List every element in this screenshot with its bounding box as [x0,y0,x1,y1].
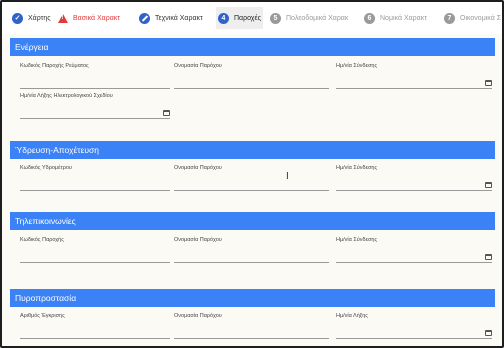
calendar-icon[interactable] [485,254,492,260]
calendar-icon[interactable] [163,110,170,116]
field-underline [20,118,170,119]
section-energy: Ενέργεια Κωδικός Παροχής Ρεύματος Ονομασ… [10,38,495,119]
field-label: Ονομασία Παρόχου [174,313,222,319]
field-label: Κωδικός Παροχής [20,237,64,243]
step-legal-features[interactable]: 6 Νομικά Χαρακτ [364,10,427,26]
field-label: Αριθμός Έγκρισης [20,313,65,319]
field-label: Ονομασία Παρόχου [174,165,222,171]
check-icon: ✓ [12,12,23,24]
supply-code-field[interactable]: Κωδικός Παροχής Ρεύματος [20,63,170,89]
field-underline [20,88,170,89]
step-label: Τεχνικά Χαρακτ [155,14,203,22]
field-underline [336,190,492,191]
field-underline [174,262,329,263]
field-underline [20,338,170,339]
section-title: Ύδρευση-Αποχέτευση [10,141,495,159]
field-label: Ημ/νία Σύνδεσης [336,165,378,171]
field-underline [336,88,492,89]
section-title: Πυροπροστασία [10,289,495,307]
field-underline [336,262,492,263]
field-label: Ονομασία Παρόχου [174,237,222,243]
approval-number-field[interactable]: Αριθμός Έγκρισης [20,313,170,339]
supply-code-field[interactable]: Κωδικός Παροχής [20,237,170,263]
warning-icon [58,13,68,23]
plan-expiry-field[interactable]: Ημ/νία Λήξης Ηλεκτρολογικού Σχεδίου [20,93,170,119]
field-label: Κωδικός Παροχής Ρεύματος [20,63,89,69]
section-title: Ενέργεια [10,38,495,56]
step-label: Βασικά Χαρακτ [73,14,121,22]
field-label: Ονομασία Παρόχου [174,63,222,69]
meter-code-field[interactable]: Κωδικός Υδρομέτρου [20,165,170,191]
step-number-icon: 7 [444,12,455,24]
field-label: Ημ/νία Λήξης Ηλεκτρολογικού Σχεδίου [20,93,113,99]
section-water: Ύδρευση-Αποχέτευση Κωδικός Υδρομέτρου Ον… [10,141,495,191]
section-title: Τηλεπικοινωνίες [10,212,495,230]
step-basic-features[interactable]: Βασικά Χαρακτ [58,10,120,26]
pencil-icon [139,12,150,24]
calendar-icon[interactable] [485,80,492,86]
step-urban-planning[interactable]: 5 Πολεοδομικά Χαρακ [270,10,348,26]
provider-field[interactable]: Ονομασία Παρόχου [174,237,329,263]
field-label: Ημ/νία Σύνδεσης [336,237,378,243]
field-underline [20,190,170,191]
step-label: Πολεοδομικά Χαρακ [286,14,349,22]
step-financial[interactable]: 7 Οικονομικά Σ [444,10,501,26]
step-label: Χάρτης [28,14,51,22]
step-number-icon: 6 [364,12,375,24]
text-cursor-icon: Ι [286,171,289,182]
provider-field[interactable]: Ονομασία Παρόχου [174,165,329,191]
step-number-icon: 5 [270,12,281,24]
field-underline [174,338,329,339]
field-underline [336,338,492,339]
calendar-icon[interactable] [485,330,492,336]
step-utilities[interactable]: 4 Παροχές [216,7,263,29]
section-fire-protection: Πυροπροστασία Αριθμός Έγκρισης Ονομασία … [10,289,495,339]
section-telecom: Τηλεπικοινωνίες Κωδικός Παροχής Ονομασία… [10,212,495,263]
step-technical-features[interactable]: Τεχνικά Χαρακτ [139,10,203,26]
step-number-icon: 4 [218,12,229,24]
step-label: Νομικά Χαρακτ [380,14,427,22]
step-map[interactable]: ✓ Χάρτης [12,10,51,26]
field-underline [174,88,329,89]
provider-field[interactable]: Ονομασία Παρόχου [174,63,329,89]
wizard-stepper: ✓ Χάρτης Βασικά Χαρακτ Τεχνικά Χαρακτ 4 … [2,2,502,34]
field-underline [174,190,329,191]
app-frame: ✓ Χάρτης Βασικά Χαρακτ Τεχνικά Χαρακτ 4 … [0,0,504,348]
field-label: Κωδικός Υδρομέτρου [20,165,72,171]
connection-date-field[interactable]: Ημ/νία Σύνδεσης [336,237,492,263]
calendar-icon[interactable] [485,182,492,188]
field-label: Ημ/νία Λήξης [336,313,368,319]
provider-field[interactable]: Ονομασία Παρόχου [174,313,329,339]
connection-date-field[interactable]: Ημ/νία Σύνδεσης [336,165,492,191]
step-label: Οικονομικά Σ [460,14,502,22]
expiry-date-field[interactable]: Ημ/νία Λήξης [336,313,492,339]
step-label: Παροχές [234,14,261,22]
connection-date-field[interactable]: Ημ/νία Σύνδεσης [336,63,492,89]
field-underline [20,262,170,263]
field-label: Ημ/νία Σύνδεσης [336,63,378,69]
